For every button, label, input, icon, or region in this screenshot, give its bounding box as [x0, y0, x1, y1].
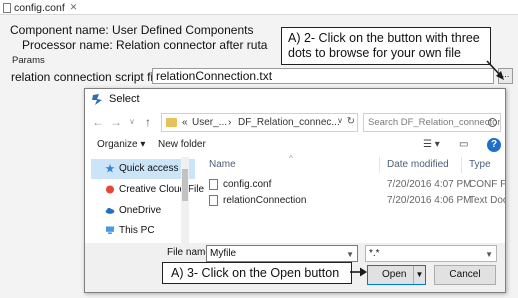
column-header-date[interactable]: Date modified [387, 159, 449, 170]
breadcrumb-separator: › [228, 117, 232, 128]
breadcrumb-user[interactable]: User_... [192, 117, 227, 128]
creative-cloud-icon [105, 185, 115, 194]
nav-item-label: OneDrive [119, 205, 162, 216]
chevron-down-icon[interactable]: ▼ [485, 247, 493, 262]
search-placeholder: Search DF_Relation_connector... [368, 117, 501, 128]
nav-item-quick-access[interactable]: Quick access [91, 159, 195, 179]
processor-name-line: Processor name: Relation connector after… [22, 38, 268, 52]
callout-arrow-open [350, 267, 367, 277]
cancel-button[interactable]: Cancel [434, 265, 496, 285]
nav-item-label: This PC [119, 225, 155, 236]
scrollbar-thumb[interactable] [182, 169, 188, 201]
star-icon [105, 164, 115, 173]
file-list: ^ Name Date modified Type config.conf 7/… [195, 154, 506, 243]
close-icon[interactable]: ✕ [70, 2, 78, 13]
script-file-input[interactable]: relationConnection.txt [152, 68, 494, 84]
search-input[interactable]: Search DF_Relation_connector... [363, 113, 501, 132]
text-file-icon [209, 195, 218, 206]
script-file-label: relation connection script file [11, 70, 163, 84]
dialog-title: Select [109, 93, 140, 105]
column-header-name[interactable]: Name [209, 159, 236, 170]
callout-a2-line2: dots to browse for your own file [288, 46, 461, 60]
file-type: Text Docu [469, 195, 505, 206]
file-row[interactable]: config.conf 7/20/2016 4:07 PM CONF File [195, 177, 506, 193]
address-chevron[interactable]: « [182, 117, 188, 128]
document-icon [3, 2, 11, 13]
new-folder-button[interactable]: New folder [158, 139, 206, 150]
search-icon [488, 118, 497, 127]
callout-a2-line1: A) 2- Click on the button with three [288, 31, 480, 45]
file-name: config.conf [223, 179, 272, 190]
editor-tab[interactable]: config.conf ✕ [3, 1, 77, 14]
callout-arrow-browse [486, 60, 504, 80]
refresh-icon[interactable]: ↻ [347, 116, 355, 127]
component-name-line: Component name: User Defined Components [10, 23, 254, 37]
view-options-icon[interactable]: ☰ ▾ [423, 139, 440, 150]
file-icon [209, 179, 218, 190]
dialog-title-bar: Select [85, 89, 505, 111]
preview-pane-icon[interactable]: ▭ [459, 139, 468, 150]
file-date: 7/20/2016 4:07 PM [387, 179, 472, 190]
callout-open-instruction: A) 3- Click on the Open button [162, 262, 352, 284]
address-row: ← → ∨ ↑ « User_... › DF_Relation_connec.… [85, 111, 505, 135]
organize-menu[interactable]: Organize ▾ [97, 139, 145, 150]
help-icon[interactable]: ? [487, 138, 501, 152]
app-logo-icon [92, 94, 102, 105]
recent-locations-icon[interactable]: ∨ [125, 115, 139, 129]
params-section-label: Params [12, 55, 45, 66]
forward-arrow-icon[interactable]: → [109, 115, 123, 129]
column-header-type[interactable]: Type [469, 159, 491, 170]
nav-item-creative-cloud[interactable]: Creative Cloud File [91, 180, 204, 200]
file-type-value: *.* [369, 248, 380, 259]
file-type-select[interactable]: *.* ▼ [365, 245, 497, 262]
folder-icon [166, 118, 177, 127]
nav-item-this-pc[interactable]: This PC [91, 221, 195, 241]
address-bar[interactable]: « User_... › DF_Relation_connec... ∨ ↻ [161, 113, 358, 132]
sort-indicator-icon: ^ [289, 154, 293, 163]
file-type: CONF File [469, 179, 506, 190]
breadcrumb-folder[interactable]: DF_Relation_connec... [238, 117, 340, 128]
computer-icon [105, 226, 115, 235]
address-dropdown-icon[interactable]: ∨ [337, 116, 343, 125]
nav-pane-scrollbar[interactable] [181, 157, 189, 243]
file-name-value: Myfile [210, 248, 237, 259]
cloud-icon [105, 207, 115, 214]
navigation-pane: Quick access Creative Cloud File OneDriv… [91, 157, 204, 243]
nav-item-onedrive[interactable]: OneDrive [91, 201, 195, 221]
file-name-input[interactable]: Myfile ▼ [206, 245, 358, 262]
open-button-label: Open [382, 269, 407, 280]
file-row[interactable]: relationConnection 7/20/2016 4:06 PM Tex… [195, 193, 505, 209]
callout-browse-instruction: A) 2- Click on the button with three dot… [281, 27, 491, 65]
column-separator[interactable] [461, 157, 462, 173]
open-button[interactable]: Open ▼ [367, 265, 426, 285]
open-split-dropdown-icon[interactable]: ▼ [413, 266, 425, 284]
nav-item-label: Creative Cloud File [119, 184, 205, 195]
dialog-toolbar: Organize ▾ New folder ☰ ▾ ▭ ? [85, 135, 505, 157]
back-arrow-icon[interactable]: ← [91, 115, 105, 129]
editor-tab-title: config.conf [14, 1, 65, 14]
editor-tab-bar: config.conf ✕ [0, 0, 518, 15]
file-name: relationConnection [223, 195, 307, 206]
up-arrow-icon[interactable]: ↑ [141, 115, 155, 129]
column-separator[interactable] [379, 157, 380, 173]
nav-item-label: Quick access [119, 163, 179, 174]
file-date: 7/20/2016 4:06 PM [387, 195, 472, 206]
chevron-down-icon[interactable]: ▼ [346, 247, 354, 262]
